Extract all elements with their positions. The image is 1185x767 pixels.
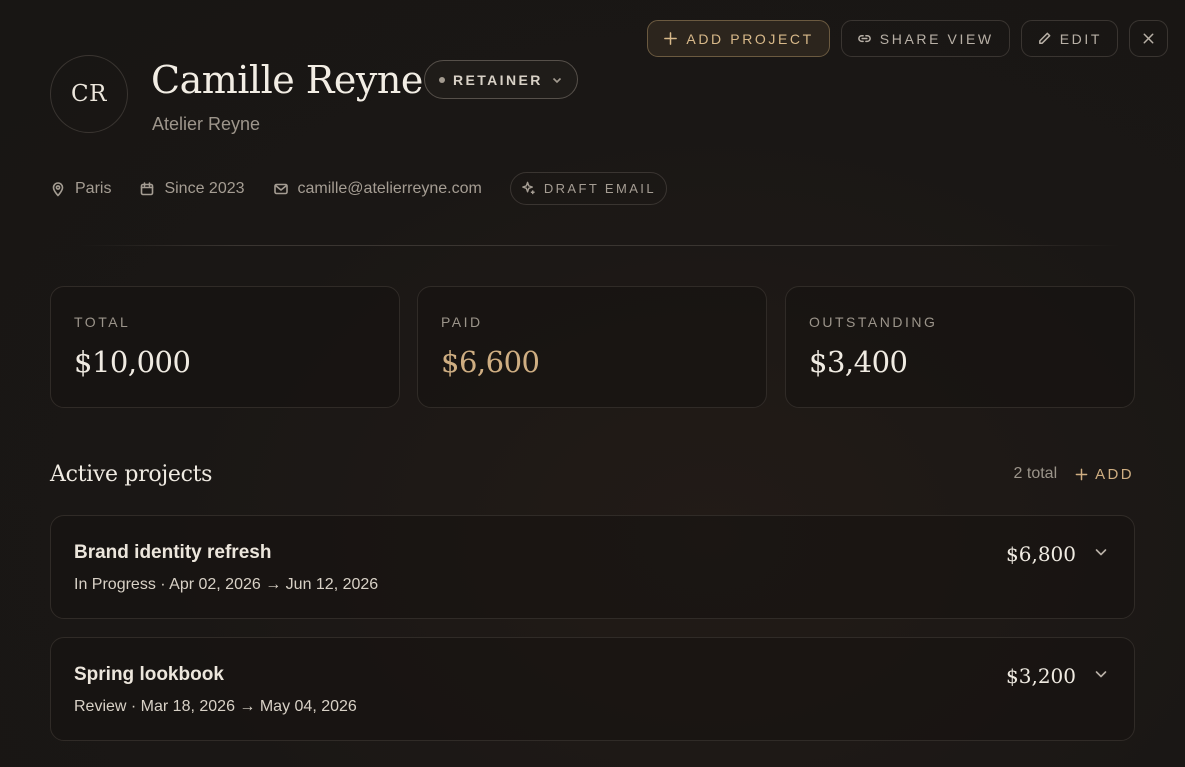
- draft-email-label: DRAFT EMAIL: [543, 181, 656, 196]
- meta-email[interactable]: camille@atelierreyne.com: [273, 180, 482, 198]
- location-pin-icon: [52, 181, 64, 196]
- avatar: CR: [50, 55, 128, 133]
- location-text: Paris: [75, 179, 112, 197]
- stat-card-total: TOTAL $10,000: [50, 286, 400, 408]
- status-badge[interactable]: RETAINER: [424, 60, 578, 99]
- share-view-label: SHARE VIEW: [879, 30, 994, 47]
- stat-value: $3,400: [809, 345, 908, 379]
- add-project-link[interactable]: ADD: [1075, 466, 1134, 483]
- client-name: Camille Reyne: [151, 58, 423, 102]
- company-name: Atelier Reyne: [152, 114, 261, 134]
- edit-label: EDIT: [1059, 30, 1102, 47]
- chevron-down-icon[interactable]: [1094, 545, 1108, 559]
- meta-since: Since 2023: [139, 179, 245, 198]
- stat-card-paid: PAID $6,600: [417, 286, 767, 408]
- add-project-label: ADD PROJECT: [686, 30, 814, 47]
- plus-icon: [1075, 468, 1088, 480]
- top-actions: ADD PROJECT SHARE VIEW EDIT: [647, 20, 1168, 57]
- section-actions: 2 total ADD: [1014, 465, 1134, 483]
- stat-card-outstanding: OUTSTANDING $3,400: [785, 286, 1135, 408]
- since-text: Since 2023: [164, 179, 245, 197]
- project-amount: $6,800: [1006, 542, 1076, 566]
- project-card[interactable]: Spring lookbook Review · Mar 18, 2026 → …: [50, 637, 1135, 741]
- stat-value: $6,600: [441, 345, 540, 379]
- sparkle-icon: [522, 181, 535, 195]
- project-subtitle: Review · Mar 18, 2026 → May 04, 2026: [74, 698, 357, 715]
- add-project-button[interactable]: ADD PROJECT: [647, 20, 830, 57]
- link-icon: [857, 34, 871, 43]
- pencil-icon: [1038, 32, 1051, 44]
- chevron-down-icon: [552, 77, 561, 83]
- edit-button[interactable]: EDIT: [1020, 20, 1118, 57]
- project-name: Spring lookbook: [74, 664, 224, 685]
- project-amount: $3,200: [1006, 664, 1076, 688]
- status-dot: [439, 76, 445, 83]
- chevron-down-icon[interactable]: [1094, 667, 1108, 681]
- meta-row: Paris Since 2023 camille@atelierreyne.co…: [50, 172, 667, 205]
- project-subtitle: In Progress · Apr 02, 2026 → Jun 12, 202…: [74, 576, 379, 593]
- project-name: Brand identity refresh: [74, 542, 272, 563]
- stat-value: $10,000: [74, 345, 191, 379]
- add-link-label: ADD: [1095, 465, 1134, 483]
- meta-location: Paris: [50, 180, 111, 198]
- calendar-icon: [141, 181, 154, 195]
- project-count: 2 total: [1013, 465, 1058, 482]
- status-badge-label: RETAINER: [453, 71, 543, 88]
- share-view-button[interactable]: SHARE VIEW: [840, 20, 1010, 57]
- mail-icon: [273, 183, 288, 194]
- section-divider: [80, 245, 1120, 246]
- project-card[interactable]: Brand identity refresh In Progress · Apr…: [50, 515, 1135, 619]
- stat-label: PAID: [441, 314, 483, 330]
- section-title: Active projects: [50, 462, 213, 487]
- draft-email-button[interactable]: DRAFT EMAIL: [509, 172, 667, 205]
- close-button[interactable]: [1129, 20, 1168, 57]
- stat-label: TOTAL: [74, 314, 131, 330]
- close-icon: [1143, 33, 1154, 44]
- stat-label: OUTSTANDING: [809, 314, 938, 330]
- plus-icon: [664, 32, 678, 45]
- email-text[interactable]: camille@atelierreyne.com: [298, 180, 482, 198]
